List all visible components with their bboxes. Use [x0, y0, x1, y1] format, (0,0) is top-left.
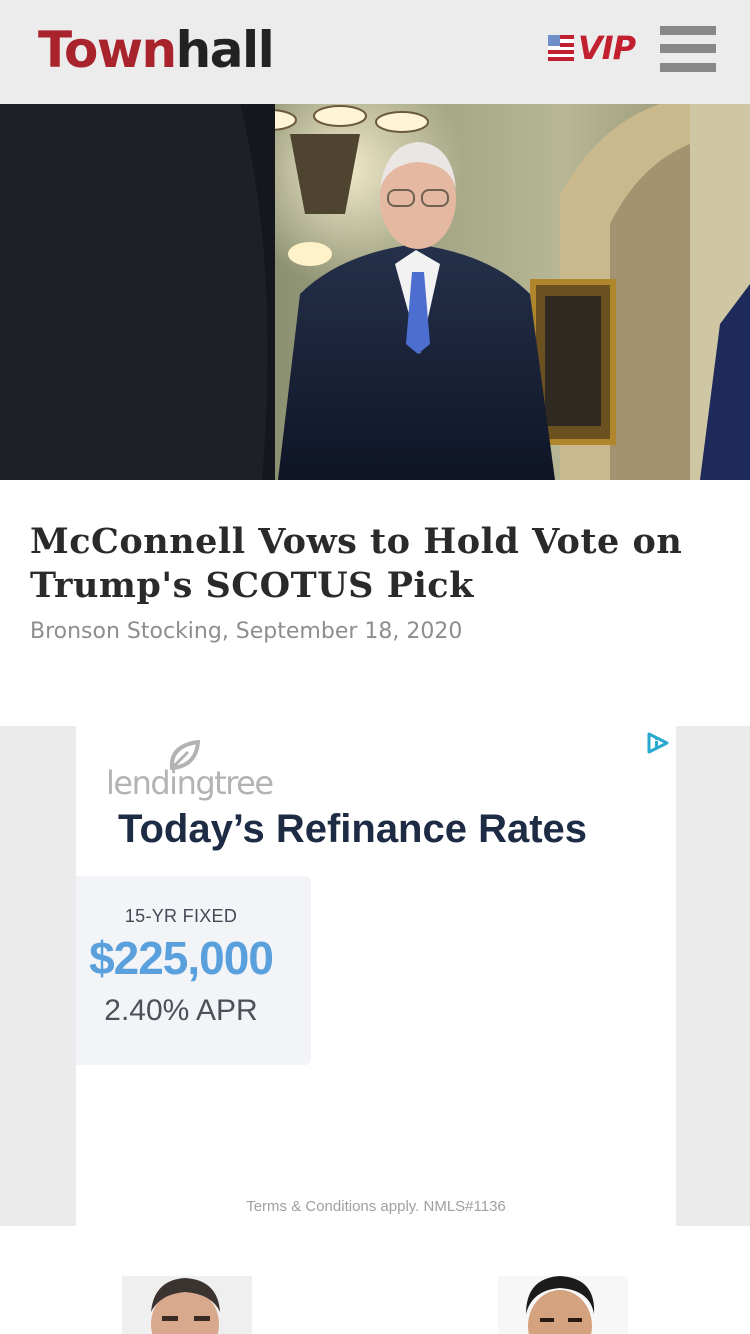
lendingtree-logo: lendingtree [106, 740, 274, 802]
vip-link[interactable]: VIP [548, 29, 636, 67]
hamburger-menu-icon[interactable] [660, 26, 716, 72]
rate-amount: $225,000 [89, 932, 274, 984]
article-headline[interactable]: McConnell Vows to Hold Vote on Trump's S… [30, 520, 720, 608]
adchoices-icon[interactable] [646, 732, 670, 754]
site-header: Townhall VIP [0, 0, 750, 104]
townhall-logo[interactable]: Townhall [38, 21, 275, 79]
rate-term: 15-YR FIXED [124, 906, 238, 926]
ad-terms[interactable]: Terms & Conditions apply. NMLS#1136 [76, 1198, 676, 1215]
lendingtree-ad[interactable]: lendingtree Today’s Refinance Rates 15-Y… [76, 726, 676, 1226]
logo-town-text: Town [38, 21, 177, 79]
author-avatar[interactable] [122, 1276, 252, 1334]
vip-label: VIP [578, 29, 636, 67]
article-byline: Bronson Stocking, September 18, 2020 [30, 619, 463, 644]
logo-hall-text: hall [175, 21, 275, 79]
leaf-icon [169, 740, 201, 770]
article-hero-image[interactable] [0, 104, 750, 480]
us-flag-icon [548, 35, 574, 61]
ad-title: Today’s Refinance Rates [118, 807, 588, 851]
rate-apr: 2.40% APR [104, 994, 258, 1027]
author-avatar[interactable] [498, 1276, 628, 1334]
rate-card[interactable]: 15-YR FIXED $225,000 2.40% APR [76, 876, 311, 1065]
